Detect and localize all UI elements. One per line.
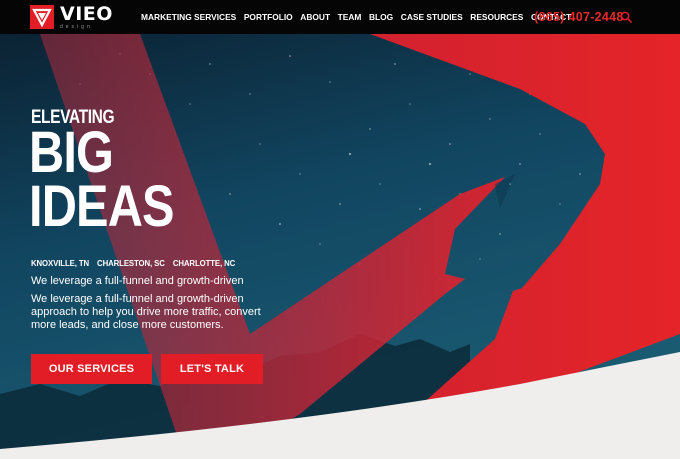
- nav-item-blog[interactable]: BLOG: [369, 12, 393, 22]
- brand-tagline: design: [60, 23, 93, 30]
- lets-talk-button[interactable]: LET'S TALK: [161, 354, 263, 384]
- city-charlotte: CHARLOTTE, NC: [172, 259, 236, 268]
- nav-item-team[interactable]: TEAM: [338, 12, 362, 22]
- hero-headline: BIG IDEAS: [29, 124, 175, 236]
- nav-item-marketing-services[interactable]: MARKETING SERVICES: [141, 12, 236, 22]
- hero-section: ELEVATING BIG IDEAS KNOXVILLE, TN CHARLE…: [0, 34, 680, 459]
- nav-item-resources[interactable]: RESOURCES: [470, 12, 523, 22]
- nav-item-about[interactable]: ABOUT: [300, 12, 330, 22]
- city-knoxville: KNOXVILLE, TN: [31, 259, 90, 268]
- city-list: KNOXVILLE, TN CHARLESTON, SC CHARLOTTE, …: [31, 259, 243, 268]
- logo[interactable]: VIEO design: [30, 2, 113, 30]
- nav-item-portfolio[interactable]: PORTFOLIO: [244, 12, 293, 22]
- our-services-button[interactable]: OUR SERVICES: [31, 354, 152, 384]
- hero-description: We leverage a full-funnel and growth-dri…: [31, 293, 261, 331]
- hero-background: [0, 34, 680, 459]
- phone-link[interactable]: (865) 407-2448: [534, 10, 624, 24]
- site-header: VIEO design MARKETING SERVICES PORTFOLIO…: [0, 0, 680, 34]
- headline-line-2: IDEAS: [29, 174, 175, 239]
- hero-lead: We leverage a full-funnel and growth-dri…: [31, 275, 244, 287]
- brand-name: VIEO: [60, 2, 113, 25]
- nav-item-case-studies[interactable]: CASE STUDIES: [401, 12, 463, 22]
- main-nav: MARKETING SERVICES PORTFOLIO ABOUT TEAM …: [141, 0, 579, 34]
- city-charleston: CHARLESTON, SC: [97, 259, 165, 268]
- vieo-logo-icon: [30, 5, 54, 29]
- search-icon[interactable]: [620, 11, 632, 23]
